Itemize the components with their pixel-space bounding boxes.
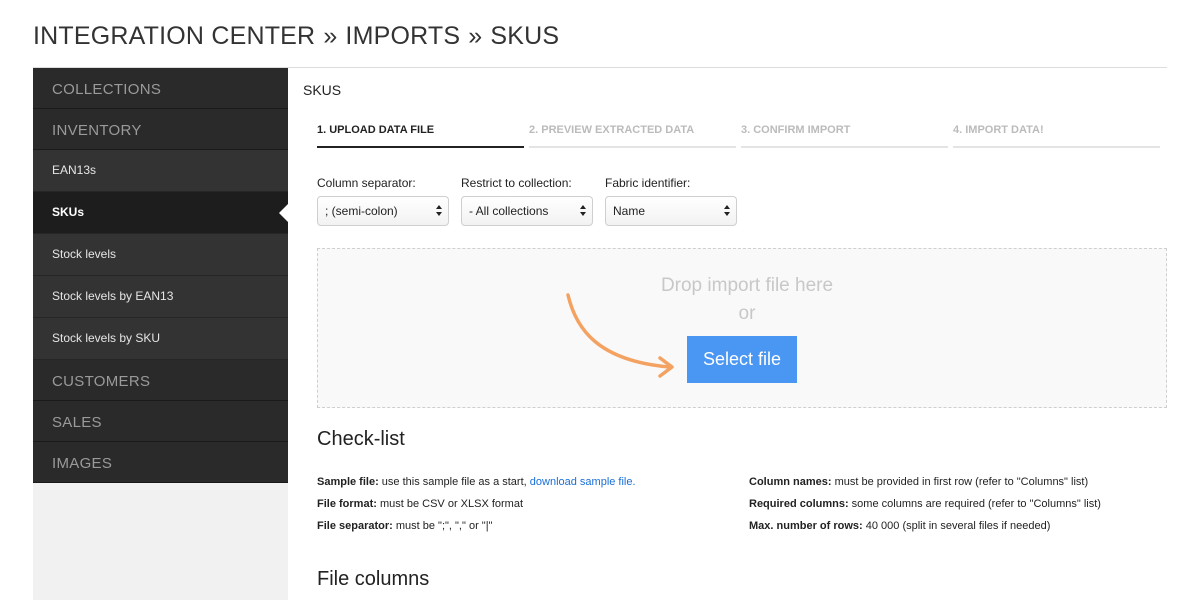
curved-arrow-icon (566, 293, 674, 378)
sidebar-item-ean13s[interactable]: EAN13s (33, 150, 288, 192)
breadcrumb-separator: » (468, 22, 483, 50)
sidebar-item-stock-levels-by-ean13[interactable]: Stock levels by EAN13 (33, 276, 288, 318)
page-title: SKUS (303, 82, 342, 98)
column-separator-value: ; (semi-colon) (325, 204, 398, 218)
checklist-item-column-names: Column names: must be provided in first … (749, 474, 1101, 496)
main-content: SKUS 1. UPLOAD DATA FILE 2. PREVIEW EXTR… (303, 68, 1167, 590)
checklist-left-column: Sample file: use this sample file as a s… (317, 474, 636, 540)
breadcrumb: INTEGRATION CENTER» IMPORTS» SKUS (33, 22, 559, 51)
sidebar-section-images[interactable]: IMAGES (33, 442, 288, 483)
fabric-identifier-label: Fabric identifier: (605, 176, 691, 190)
checklist-heading: Check-list (317, 428, 405, 450)
checklist-item-text: use this sample file as a start, (378, 476, 530, 488)
sidebar-item-stock-levels-by-sku[interactable]: Stock levels by SKU (33, 318, 288, 360)
dropzone-or-text: or (738, 303, 756, 324)
checklist-item-text: some columns are required (refer to "Col… (848, 498, 1101, 510)
sidebar-section-customers[interactable]: CUSTOMERS (33, 360, 288, 401)
checklist-item-label: File separator: (317, 520, 393, 532)
restrict-collection-label: Restrict to collection: (461, 176, 572, 190)
breadcrumb-item-skus: SKUS (490, 22, 560, 50)
breadcrumb-item-imports[interactable]: IMPORTS (345, 22, 460, 50)
checklist-item-label: File format: (317, 498, 377, 510)
step-import-data[interactable]: 4. IMPORT DATA! (953, 124, 1160, 148)
restrict-collection-select[interactable]: - All collections (461, 196, 593, 226)
breadcrumb-item-integration-center[interactable]: INTEGRATION CENTER (33, 22, 315, 50)
select-arrows-icon (724, 205, 730, 217)
sidebar-section-sales[interactable]: SALES (33, 401, 288, 442)
sidebar: COLLECTIONS INVENTORY EAN13s SKUs Stock … (33, 68, 288, 600)
step-upload-data-file[interactable]: 1. UPLOAD DATA FILE (317, 124, 524, 148)
checklist-item-label: Max. number of rows: (749, 520, 863, 532)
fabric-identifier-select[interactable]: Name (605, 196, 737, 226)
checklist-item-label: Column names: (749, 476, 832, 488)
fabric-identifier-value: Name (613, 204, 646, 218)
restrict-collection-field: Restrict to collection: - All collection… (461, 176, 593, 226)
select-file-button[interactable]: Select file (687, 336, 797, 383)
sidebar-section-collections[interactable]: COLLECTIONS (33, 68, 288, 109)
checklist-item-label: Required columns: (749, 498, 849, 510)
step-confirm-import[interactable]: 3. CONFIRM IMPORT (741, 124, 948, 148)
download-sample-file-link[interactable]: download sample file. (530, 476, 636, 488)
select-arrows-icon (436, 205, 442, 217)
breadcrumb-separator: » (323, 22, 338, 50)
sidebar-section-inventory[interactable]: INVENTORY (33, 109, 288, 150)
checklist-item-required-columns: Required columns: some columns are requi… (749, 496, 1101, 518)
import-steps: 1. UPLOAD DATA FILE 2. PREVIEW EXTRACTED… (317, 124, 1160, 148)
checklist-item-file-separator: File separator: must be ";", "," or "|" (317, 518, 636, 540)
checklist-item-text: must be CSV or XLSX format (376, 498, 524, 510)
checklist-item-file-format: File format: must be CSV or XLSX format (317, 496, 636, 518)
column-separator-select[interactable]: ; (semi-colon) (317, 196, 449, 226)
checklist-item-max-rows: Max. number of rows: 40 000 (split in se… (749, 518, 1101, 540)
checklist-item-text: must be ";", "," or "|" (392, 520, 493, 532)
column-separator-label: Column separator: (317, 176, 416, 190)
dropzone-text: Drop import file here (660, 275, 834, 296)
file-dropzone[interactable]: Drop import file here or Select file (317, 248, 1167, 408)
file-columns-heading: File columns (317, 568, 430, 590)
sidebar-item-skus[interactable]: SKUs (33, 192, 288, 234)
select-arrows-icon (580, 205, 586, 217)
checklist-item-text: must be provided in first row (refer to … (831, 476, 1089, 488)
column-separator-field: Column separator: ; (semi-colon) (317, 176, 449, 226)
checklist-item-text: 40 000 (split in several files if needed… (862, 520, 1051, 532)
step-preview-extracted-data[interactable]: 2. PREVIEW EXTRACTED DATA (529, 124, 736, 148)
sidebar-menu: COLLECTIONS INVENTORY EAN13s SKUs Stock … (33, 68, 288, 483)
checklist-item-sample-file: Sample file: use this sample file as a s… (317, 474, 636, 496)
sidebar-item-stock-levels[interactable]: Stock levels (33, 234, 288, 276)
checklist-right-column: Column names: must be provided in first … (749, 474, 1101, 540)
fabric-identifier-field: Fabric identifier: Name (605, 176, 737, 226)
restrict-collection-value: - All collections (469, 204, 549, 218)
checklist-item-label: Sample file: (317, 476, 379, 488)
